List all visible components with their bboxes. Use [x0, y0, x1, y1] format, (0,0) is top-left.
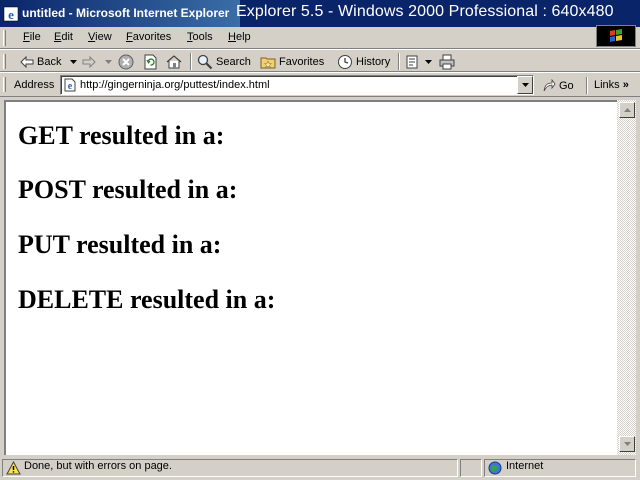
stop-icon	[118, 54, 134, 69]
address-bar-grip[interactable]	[3, 77, 6, 92]
window-title: untitled - Microsoft Internet Explorer	[22, 6, 230, 20]
go-label: Go	[559, 79, 574, 92]
go-arrow-icon	[543, 78, 556, 91]
chevron-down-icon	[105, 59, 112, 64]
printer-icon	[439, 54, 455, 69]
chevron-up-icon	[623, 108, 631, 112]
menu-help[interactable]: Help	[228, 31, 251, 43]
windows-logo-icon	[610, 29, 622, 42]
get-result-heading: GET resulted in a:	[18, 121, 225, 150]
toolbar-separator	[190, 53, 192, 70]
put-result-heading: PUT resulted in a:	[18, 230, 222, 259]
refresh-icon	[144, 54, 157, 69]
standard-toolbar: Back Search Favorites History	[0, 49, 640, 72]
status-bar: Done, but with errors on page. Internet	[0, 456, 640, 480]
home-button[interactable]	[166, 52, 182, 71]
address-field[interactable]: e	[60, 75, 534, 95]
address-bar: Address e Go Links »	[0, 72, 640, 97]
menu-edit[interactable]: Edit	[54, 31, 73, 43]
internet-globe-icon	[488, 461, 502, 475]
mail-button[interactable]	[406, 52, 432, 71]
page-icon: e	[64, 78, 76, 92]
address-label: Address	[14, 79, 55, 91]
chevron-down-icon	[425, 59, 432, 64]
history-button[interactable]: History	[337, 52, 390, 71]
search-button[interactable]: Search	[197, 52, 251, 71]
links-label: Links	[594, 79, 620, 91]
chevron-down-icon	[70, 59, 78, 64]
search-icon	[197, 54, 213, 69]
menu-bar: File Edit View Favorites Tools Help	[0, 27, 640, 49]
page-content: GET resulted in a: POST resulted in a: P…	[4, 100, 617, 455]
address-dropdown-button[interactable]	[517, 76, 533, 94]
back-arrow-icon	[20, 55, 34, 68]
scroll-down-button[interactable]	[619, 436, 635, 452]
chevron-down-icon	[521, 83, 529, 87]
mail-icon	[406, 55, 418, 68]
title-bar[interactable]: e untitled - Microsoft Internet Explorer…	[0, 0, 640, 27]
svg-text:e: e	[68, 81, 73, 92]
scroll-up-button[interactable]	[619, 102, 635, 118]
favorites-folder-icon	[260, 57, 276, 68]
vertical-scrollbar[interactable]	[617, 100, 636, 455]
warning-icon[interactable]	[6, 461, 21, 475]
menu-tools[interactable]: Tools	[187, 31, 213, 43]
stop-button[interactable]	[118, 52, 134, 71]
post-result-heading: POST resulted in a:	[18, 175, 238, 204]
links-button[interactable]: Links »	[594, 79, 629, 91]
menu-favorites[interactable]: Favorites	[126, 31, 171, 43]
back-label: Back	[37, 55, 62, 68]
favorites-label: Favorites	[279, 55, 325, 68]
refresh-button[interactable]	[142, 52, 158, 71]
status-text: Done, but with errors on page.	[24, 460, 172, 472]
forward-button[interactable]	[82, 52, 112, 71]
toolbar-grip[interactable]	[3, 54, 6, 69]
search-label: Search	[216, 55, 251, 68]
history-icon	[338, 54, 352, 69]
back-button[interactable]: Back	[20, 52, 78, 71]
home-icon	[166, 54, 182, 68]
address-separator	[586, 77, 588, 94]
svg-text:e: e	[8, 7, 14, 22]
chevron-right-icon: »	[622, 79, 629, 91]
chevron-down-icon	[623, 442, 631, 446]
delete-result-heading: DELETE resulted in a:	[18, 285, 276, 314]
go-button[interactable]: Go	[542, 76, 574, 95]
toolbar-separator	[398, 53, 400, 70]
zone-text: Internet	[506, 460, 544, 472]
forward-arrow-icon	[82, 55, 96, 68]
caption-overlay: Explorer 5.5 - Windows 2000 Professional…	[236, 3, 614, 20]
menu-view[interactable]: View	[88, 31, 112, 43]
menu-file[interactable]: File	[23, 31, 41, 43]
favorites-button[interactable]: Favorites	[260, 52, 324, 71]
print-button[interactable]	[439, 52, 455, 71]
internet-explorer-icon: e	[3, 6, 19, 22]
history-label: History	[356, 55, 391, 68]
windows-throbber	[596, 25, 636, 47]
menu-bar-grip[interactable]	[3, 30, 6, 46]
status-pane-progress	[460, 459, 482, 477]
address-input[interactable]	[80, 76, 512, 94]
